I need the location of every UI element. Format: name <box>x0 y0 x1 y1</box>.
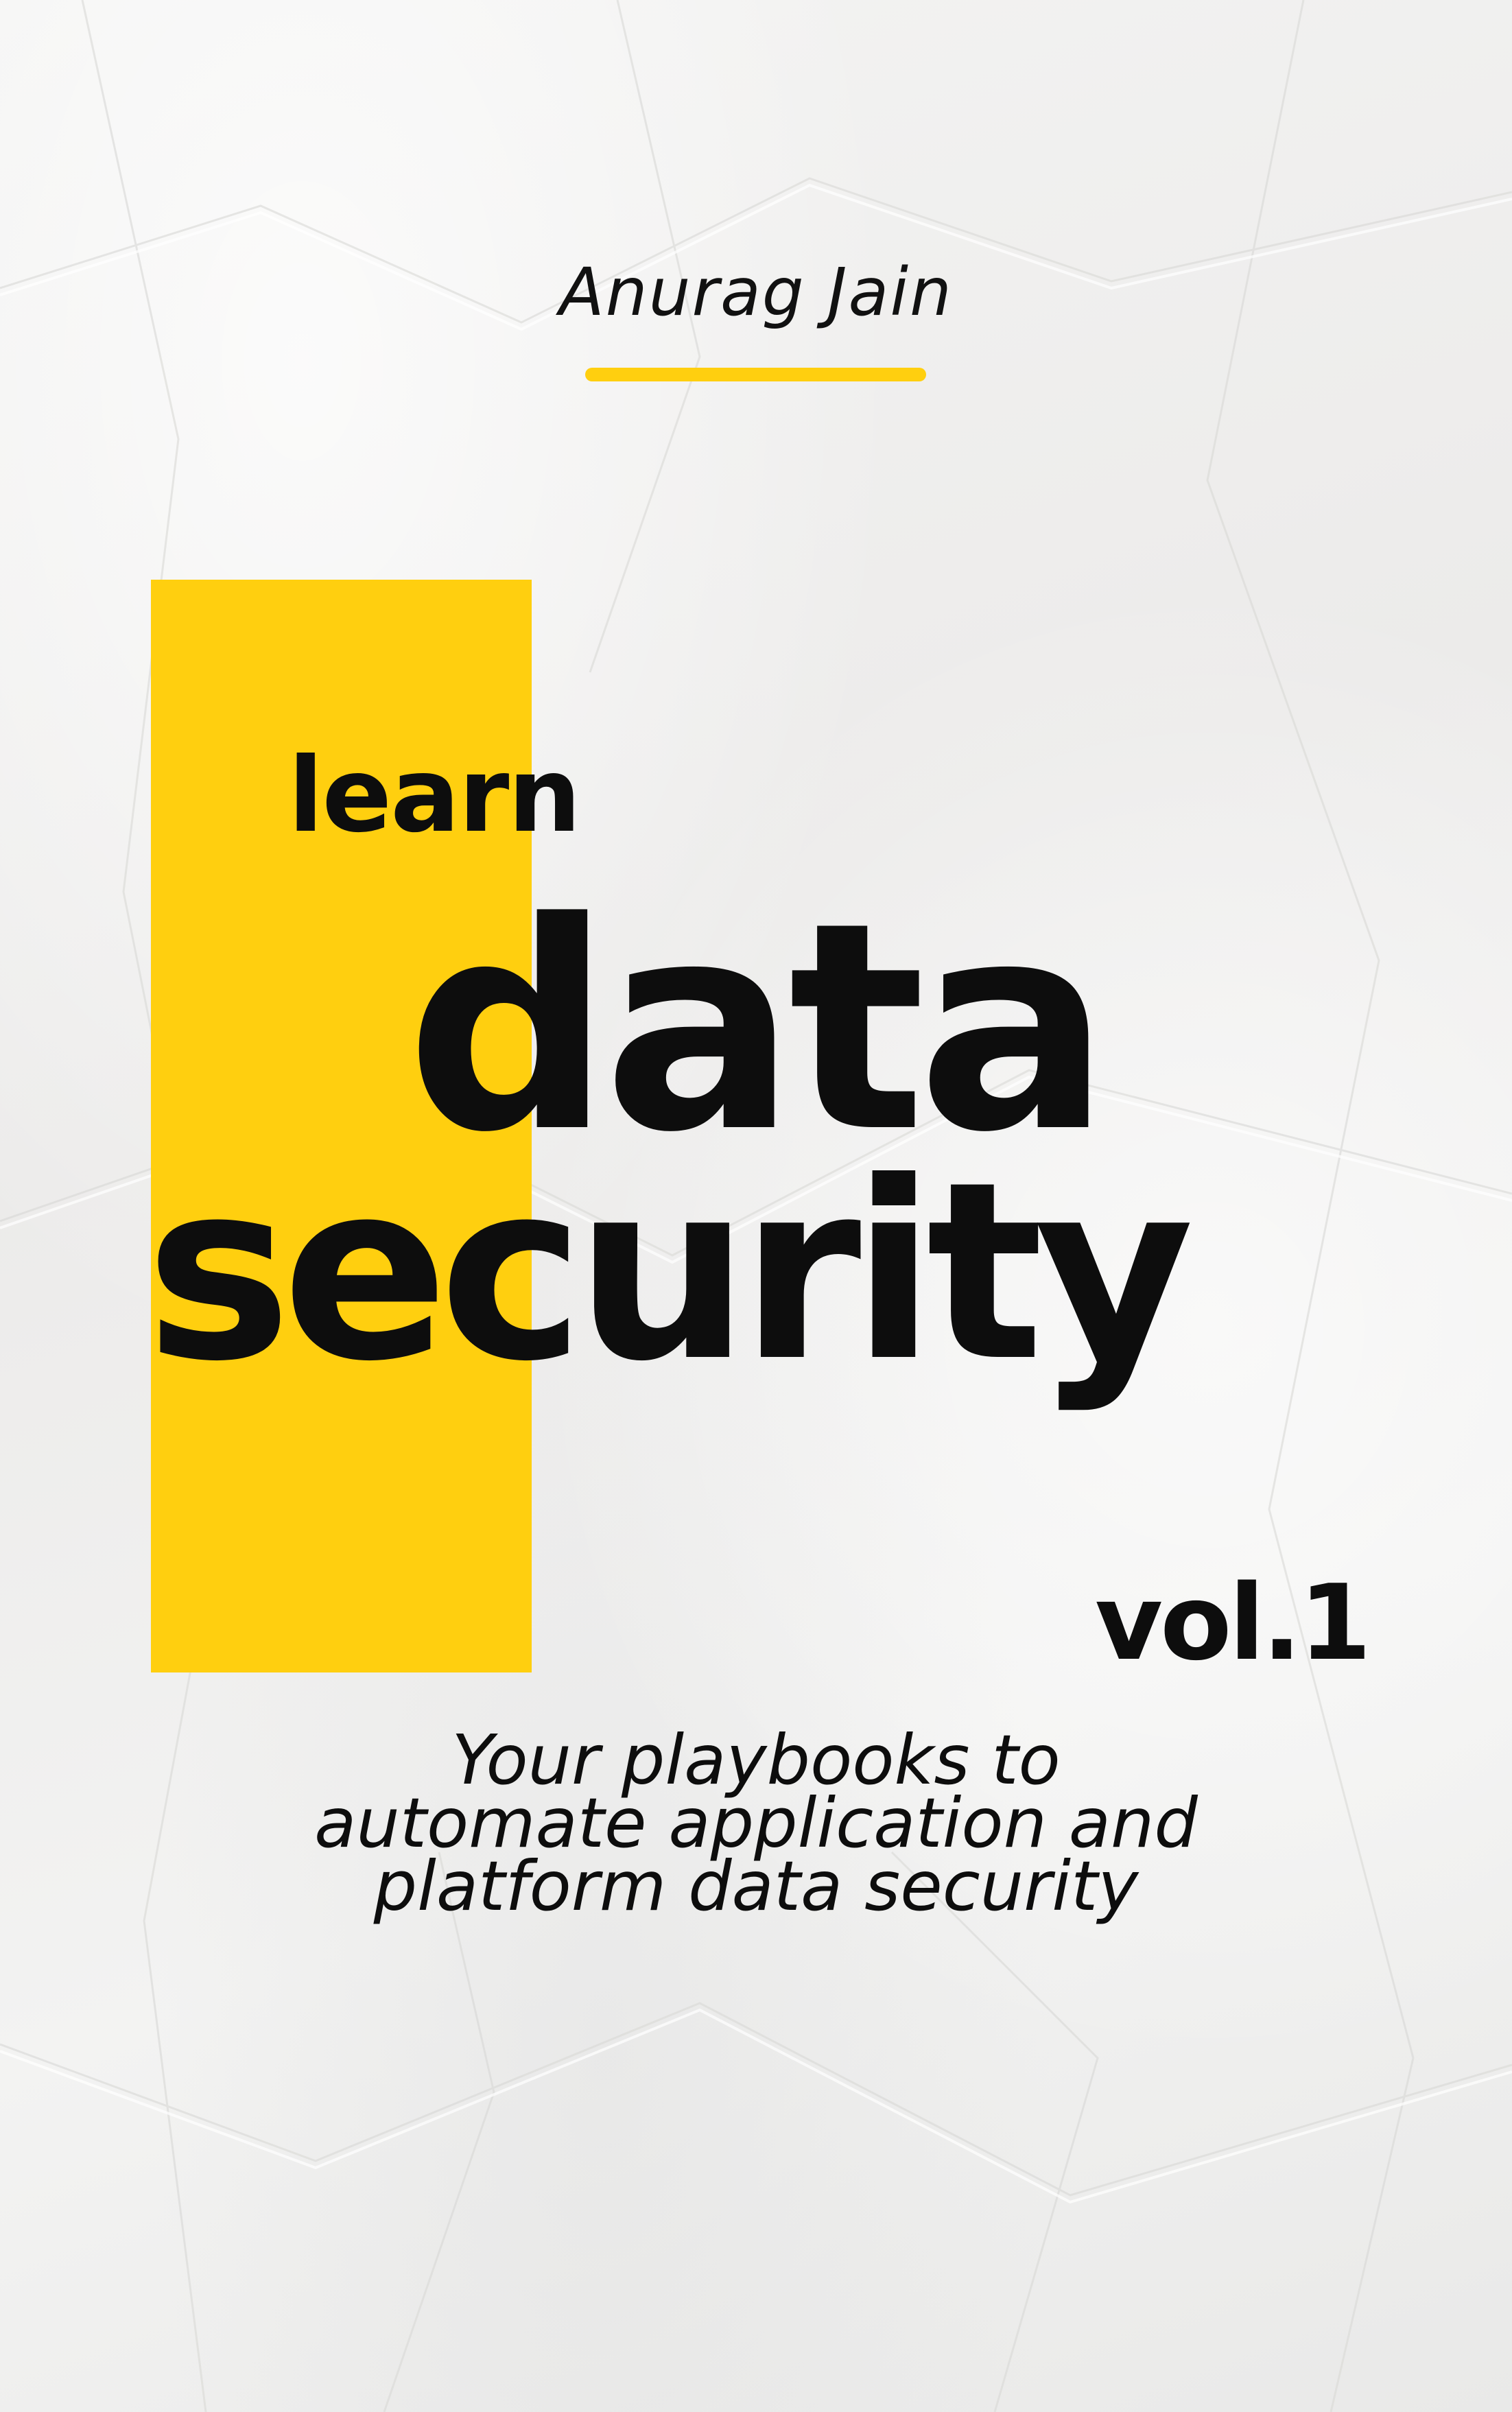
title-line-2: security <box>145 1130 1194 1415</box>
author-name: Anurag Jain <box>559 254 953 331</box>
title-line-1: data <box>406 861 1111 1195</box>
tagline-line-3: platform data security <box>373 1846 1139 1926</box>
author-underline <box>585 368 926 381</box>
tagline: Your playbooks to automate application a… <box>0 1726 1512 1926</box>
title-prefix: learn <box>288 736 581 855</box>
book-cover: Anurag Jain learn data security vol.1 Yo… <box>0 0 1512 2412</box>
volume-label: vol.1 <box>1095 1562 1371 1683</box>
